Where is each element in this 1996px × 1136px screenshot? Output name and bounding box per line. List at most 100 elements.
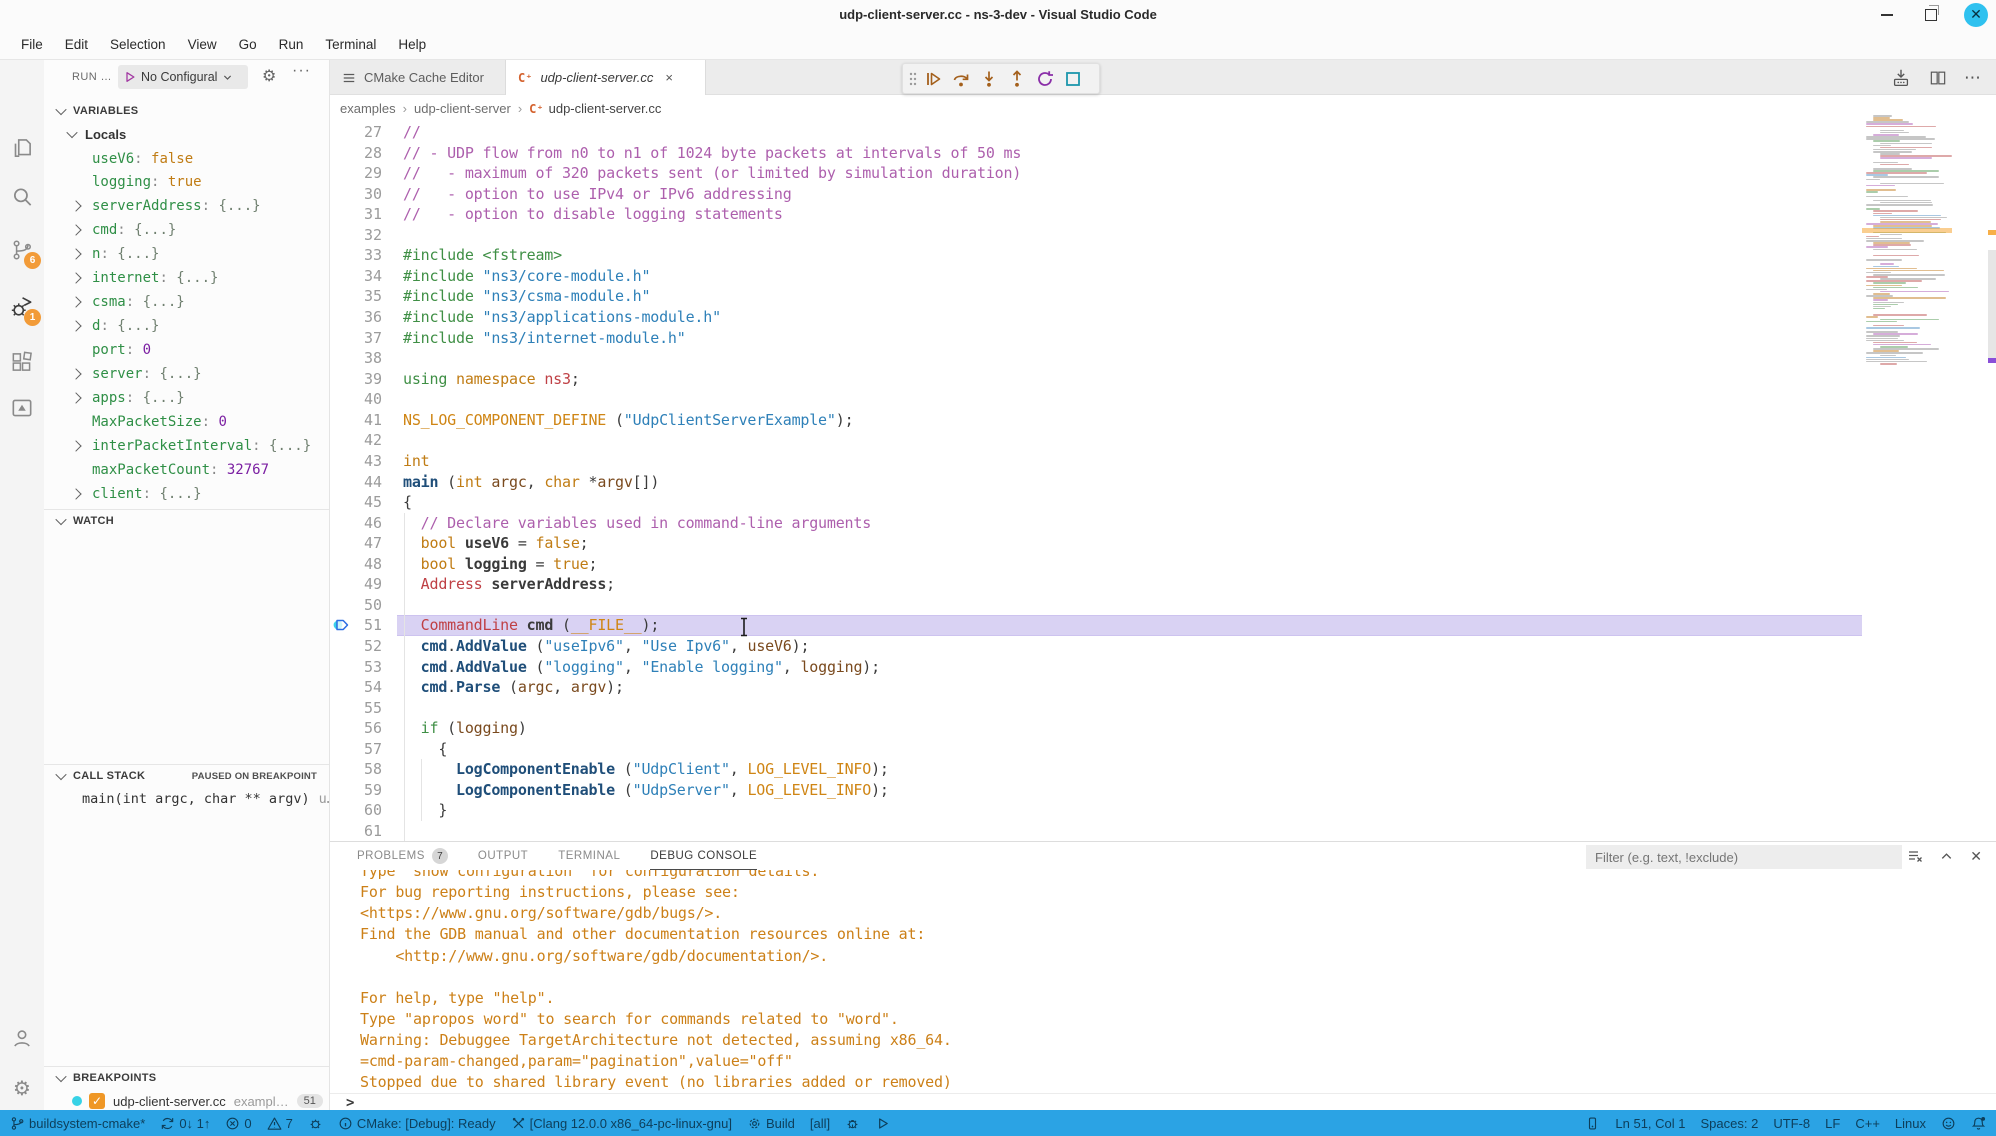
line-number[interactable]: 34 — [330, 266, 382, 287]
statusbar-cmake-launch[interactable] — [875, 1116, 890, 1131]
line-number[interactable]: 47 — [330, 533, 382, 554]
chevron-right-icon[interactable] — [72, 274, 92, 282]
activity-item-extensions[interactable] — [0, 342, 44, 382]
tab-close-icon[interactable]: × — [665, 70, 673, 85]
panel-tab-terminal[interactable]: TERMINAL — [558, 842, 620, 870]
activity-item-search[interactable] — [0, 177, 44, 217]
variable-row-port[interactable]: port: 0 — [44, 338, 329, 362]
line-number[interactable]: 46 — [330, 513, 382, 534]
variable-row-internet[interactable]: internet: {...} — [44, 266, 329, 290]
chevron-right-icon[interactable] — [72, 322, 92, 330]
breakpoint-checkbox[interactable]: ✓ — [89, 1093, 105, 1109]
menu-item-edit[interactable]: Edit — [54, 33, 99, 56]
variable-row-maxPacketCount[interactable]: maxPacketCount: 32767 — [44, 458, 329, 482]
variable-row-apps[interactable]: apps: {...} — [44, 386, 329, 410]
code-line-53[interactable]: 53 cmd.AddValue ("logging", "Enable logg… — [330, 657, 1860, 678]
statusbar-cmake-target[interactable]: [all] — [810, 1116, 830, 1131]
maximize-panel-icon[interactable] — [1939, 849, 1954, 864]
variable-row-n[interactable]: n: {...} — [44, 242, 329, 266]
locals-scope-row[interactable]: Locals — [44, 122, 329, 146]
statusbar-eol[interactable]: LF — [1825, 1116, 1840, 1131]
menu-item-terminal[interactable]: Terminal — [314, 33, 387, 56]
line-number[interactable]: 51 — [330, 615, 382, 636]
code-line-36[interactable]: 36#include "ns3/applications-module.h" — [330, 307, 1860, 328]
code-line-30[interactable]: 30// - option to use IPv4 or IPv6 addres… — [330, 184, 1860, 205]
line-number[interactable]: 54 — [330, 677, 382, 698]
debug-more-actions-icon[interactable]: ··· — [292, 62, 311, 80]
code-line-27[interactable]: 27// — [330, 122, 1860, 143]
more-actions-icon[interactable]: ⋯ — [1964, 68, 1982, 88]
code-line-49[interactable]: 49 Address serverAddress; — [330, 574, 1860, 595]
code-line-41[interactable]: 41NS_LOG_COMPONENT_DEFINE ("UdpClientSer… — [330, 410, 1860, 431]
breadcrumb-item[interactable]: udp-client-server — [414, 101, 511, 116]
code-line-56[interactable]: 56 if (logging) — [330, 718, 1860, 739]
statusbar-feedback[interactable] — [1941, 1116, 1956, 1131]
debug-restart-button[interactable] — [1031, 66, 1059, 92]
line-number[interactable]: 50 — [330, 595, 382, 616]
statusbar-debug-indicator[interactable] — [308, 1116, 323, 1131]
debug-step-over-button[interactable] — [947, 66, 975, 92]
code-line-50[interactable]: 50 — [330, 595, 1860, 616]
activity-item-explorer[interactable] — [0, 128, 44, 168]
variable-row-logging[interactable]: logging: true — [44, 170, 329, 194]
variable-row-server[interactable]: server: {...} — [44, 362, 329, 386]
menu-item-run[interactable]: Run — [268, 33, 315, 56]
line-number[interactable]: 45 — [330, 492, 382, 513]
code-editor[interactable]: 27//28// - UDP flow from n0 to n1 of 102… — [330, 122, 1996, 841]
variable-row-MaxPacketSize[interactable]: MaxPacketSize: 0 — [44, 410, 329, 434]
line-number[interactable]: 57 — [330, 739, 382, 760]
debug-step-out-button[interactable] — [1003, 66, 1031, 92]
watch-section-header[interactable]: WATCH — [44, 510, 329, 532]
editor-scrollbar[interactable] — [1988, 122, 1996, 841]
debug-step-into-button[interactable] — [975, 66, 1003, 92]
chevron-right-icon[interactable] — [72, 202, 92, 210]
line-number[interactable]: 40 — [330, 389, 382, 410]
tab-cmake-cache-editor[interactable]: CMake Cache Editor — [330, 60, 506, 95]
panel-tab-output[interactable]: OUTPUT — [478, 842, 528, 870]
statusbar-encoding[interactable]: UTF-8 — [1773, 1116, 1810, 1131]
code-line-43[interactable]: 43int — [330, 451, 1860, 472]
activity-item-accounts[interactable] — [0, 1018, 44, 1058]
statusbar-language-mode[interactable]: C++ — [1855, 1116, 1880, 1131]
line-number[interactable]: 48 — [330, 554, 382, 575]
chevron-right-icon[interactable] — [72, 226, 92, 234]
chevron-right-icon[interactable] — [72, 370, 92, 378]
variable-row-client[interactable]: client: {...} — [44, 482, 329, 506]
line-number[interactable]: 36 — [330, 307, 382, 328]
line-number[interactable]: 43 — [330, 451, 382, 472]
code-line-33[interactable]: 33#include <fstream> — [330, 245, 1860, 266]
line-number[interactable]: 37 — [330, 328, 382, 349]
activity-item-run-and-debug[interactable]: 1 — [0, 287, 44, 327]
activity-item-source-control[interactable]: 6 — [0, 230, 44, 270]
line-number[interactable]: 28 — [330, 143, 382, 164]
line-number[interactable]: 59 — [330, 780, 382, 801]
line-number[interactable]: 60 — [330, 800, 382, 821]
statusbar-branch-status[interactable]: buildsystem-cmake* — [10, 1116, 145, 1131]
variable-row-interPacketInterval[interactable]: interPacketInterval: {...} — [44, 434, 329, 458]
split-editor-icon[interactable] — [1928, 68, 1948, 88]
code-line-39[interactable]: 39using namespace ns3; — [330, 369, 1860, 390]
code-line-32[interactable]: 32 — [330, 225, 1860, 246]
breadcrumb-item[interactable]: udp-client-server.cc — [549, 101, 662, 116]
variable-row-cmd[interactable]: cmd: {...} — [44, 218, 329, 242]
line-number[interactable]: 32 — [330, 225, 382, 246]
line-number[interactable]: 61 — [330, 821, 382, 841]
close-panel-icon[interactable]: ✕ — [1970, 848, 1982, 865]
minimap[interactable] — [1862, 115, 1952, 373]
code-line-54[interactable]: 54 cmd.Parse (argc, argv); — [330, 677, 1860, 698]
code-line-34[interactable]: 34#include "ns3/core-module.h" — [330, 266, 1860, 287]
variable-row-useV6[interactable]: useV6: false — [44, 147, 329, 171]
chevron-right-icon[interactable] — [72, 250, 92, 258]
line-number[interactable]: 42 — [330, 430, 382, 451]
code-line-44[interactable]: 44main (int argc, char *argv[]) — [330, 472, 1860, 493]
close-button[interactable]: ✕ — [1964, 3, 1988, 27]
breadcrumb-item[interactable]: examples — [340, 101, 396, 116]
code-line-46[interactable]: 46 // Declare variables used in command-… — [330, 513, 1860, 534]
chevron-right-icon[interactable] — [72, 490, 92, 498]
activity-item-manage[interactable]: ⚙ — [0, 1068, 44, 1108]
line-number[interactable]: 31 — [330, 204, 382, 225]
line-number[interactable]: 41 — [330, 410, 382, 431]
menu-item-view[interactable]: View — [177, 33, 228, 56]
chevron-right-icon[interactable] — [72, 442, 92, 450]
menu-item-selection[interactable]: Selection — [99, 33, 177, 56]
